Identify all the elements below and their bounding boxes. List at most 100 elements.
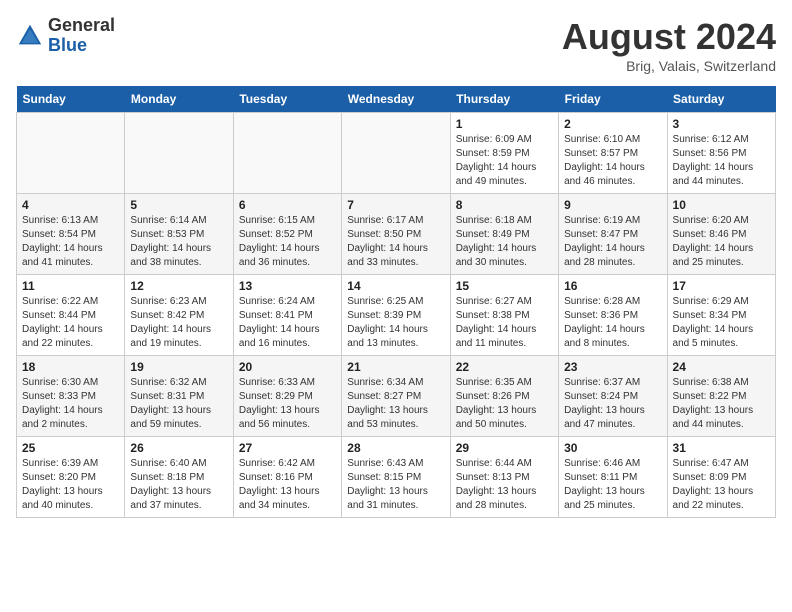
- day-info: Sunrise: 6:13 AMSunset: 8:54 PMDaylight:…: [22, 214, 119, 270]
- day-cell: 2 Sunrise: 6:10 AMSunset: 8:57 PMDaylight…: [559, 113, 667, 194]
- day-cell: 30 Sunrise: 6:46 AMSunset: 8:11 PMDayligh…: [559, 437, 667, 518]
- header-saturday: Saturday: [667, 86, 775, 113]
- day-info: Sunrise: 6:25 AMSunset: 8:39 PMDaylight:…: [347, 295, 444, 351]
- day-cell: 23 Sunrise: 6:37 AMSunset: 8:24 PMDayligh…: [559, 356, 667, 437]
- day-cell: 12 Sunrise: 6:23 AMSunset: 8:42 PMDayligh…: [125, 275, 233, 356]
- day-cell: 9Sunrise: 6:19 AMSunset: 8:47 PMDaylight…: [559, 194, 667, 275]
- day-number: 3: [673, 117, 770, 131]
- page-header: General Blue August 2024 Brig, Valais, S…: [16, 16, 776, 74]
- day-info: Sunrise: 6:24 AMSunset: 8:41 PMDaylight:…: [239, 295, 336, 351]
- logo-general: General: [48, 16, 115, 36]
- day-cell: 20 Sunrise: 6:33 AMSunset: 8:29 PMDayligh…: [233, 356, 341, 437]
- day-cell: 3 Sunrise: 6:12 AMSunset: 8:56 PMDaylight…: [667, 113, 775, 194]
- day-number: 18: [22, 360, 119, 374]
- week-row-2: 4 Sunrise: 6:13 AMSunset: 8:54 PMDaylight…: [17, 194, 776, 275]
- day-number: 16: [564, 279, 661, 293]
- day-number: 10: [673, 198, 770, 212]
- logo-blue: Blue: [48, 36, 115, 56]
- day-number: 7: [347, 198, 444, 212]
- header-wednesday: Wednesday: [342, 86, 450, 113]
- day-number: 2: [564, 117, 661, 131]
- day-number: 8: [456, 198, 553, 212]
- week-row-3: 11 Sunrise: 6:22 AMSunset: 8:44 PMDayligh…: [17, 275, 776, 356]
- header-monday: Monday: [125, 86, 233, 113]
- day-info: Sunrise: 6:42 AMSunset: 8:16 PMDaylight:…: [239, 457, 336, 513]
- day-cell: 14 Sunrise: 6:25 AMSunset: 8:39 PMDayligh…: [342, 275, 450, 356]
- day-cell: [17, 113, 125, 194]
- day-info: Sunrise: 6:17 AMSunset: 8:50 PMDaylight:…: [347, 214, 444, 270]
- day-number: 24: [673, 360, 770, 374]
- day-number: 30: [564, 441, 661, 455]
- day-info: Sunrise: 6:34 AMSunset: 8:27 PMDaylight:…: [347, 376, 444, 432]
- day-info: Sunrise: 6:09 AMSunset: 8:59 PMDaylight:…: [456, 133, 553, 189]
- day-cell: 13 Sunrise: 6:24 AMSunset: 8:41 PMDayligh…: [233, 275, 341, 356]
- calendar-header-row: SundayMondayTuesdayWednesdayThursdayFrid…: [17, 86, 776, 113]
- day-cell: 21 Sunrise: 6:34 AMSunset: 8:27 PMDayligh…: [342, 356, 450, 437]
- day-cell: 31 Sunrise: 6:47 AMSunset: 8:09 PMDayligh…: [667, 437, 775, 518]
- day-info: Sunrise: 6:38 AMSunset: 8:22 PMDaylight:…: [673, 376, 770, 432]
- day-cell: 28Sunrise: 6:43 AMSunset: 8:15 PMDayligh…: [342, 437, 450, 518]
- day-info: Sunrise: 6:22 AMSunset: 8:44 PMDaylight:…: [22, 295, 119, 351]
- day-cell: 24 Sunrise: 6:38 AMSunset: 8:22 PMDayligh…: [667, 356, 775, 437]
- day-info: Sunrise: 6:12 AMSunset: 8:56 PMDaylight:…: [673, 133, 770, 189]
- title-block: August 2024 Brig, Valais, Switzerland: [562, 16, 776, 74]
- day-cell: 29Sunrise: 6:44 AMSunset: 8:13 PMDayligh…: [450, 437, 558, 518]
- day-cell: 26 Sunrise: 6:40 AMSunset: 8:18 PMDayligh…: [125, 437, 233, 518]
- day-info: Sunrise: 6:47 AMSunset: 8:09 PMDaylight:…: [673, 457, 770, 513]
- day-number: 21: [347, 360, 444, 374]
- day-number: 14: [347, 279, 444, 293]
- header-sunday: Sunday: [17, 86, 125, 113]
- day-cell: 15 Sunrise: 6:27 AMSunset: 8:38 PMDayligh…: [450, 275, 558, 356]
- day-number: 23: [564, 360, 661, 374]
- day-info: Sunrise: 6:32 AMSunset: 8:31 PMDaylight:…: [130, 376, 227, 432]
- month-title: August 2024: [562, 16, 776, 58]
- week-row-1: 1Sunrise: 6:09 AMSunset: 8:59 PMDaylight…: [17, 113, 776, 194]
- day-number: 22: [456, 360, 553, 374]
- day-number: 29: [456, 441, 553, 455]
- day-cell: [125, 113, 233, 194]
- day-info: Sunrise: 6:23 AMSunset: 8:42 PMDaylight:…: [130, 295, 227, 351]
- day-cell: 1Sunrise: 6:09 AMSunset: 8:59 PMDaylight…: [450, 113, 558, 194]
- week-row-4: 18 Sunrise: 6:30 AMSunset: 8:33 PMDayligh…: [17, 356, 776, 437]
- header-friday: Friday: [559, 86, 667, 113]
- day-number: 28: [347, 441, 444, 455]
- day-cell: 4 Sunrise: 6:13 AMSunset: 8:54 PMDaylight…: [17, 194, 125, 275]
- day-cell: 10 Sunrise: 6:20 AMSunset: 8:46 PMDayligh…: [667, 194, 775, 275]
- day-number: 31: [673, 441, 770, 455]
- day-cell: 25Sunrise: 6:39 AMSunset: 8:20 PMDayligh…: [17, 437, 125, 518]
- day-info: Sunrise: 6:40 AMSunset: 8:18 PMDaylight:…: [130, 457, 227, 513]
- location-subtitle: Brig, Valais, Switzerland: [562, 58, 776, 74]
- day-cell: 8 Sunrise: 6:18 AMSunset: 8:49 PMDaylight…: [450, 194, 558, 275]
- day-cell: 22 Sunrise: 6:35 AMSunset: 8:26 PMDayligh…: [450, 356, 558, 437]
- day-info: Sunrise: 6:18 AMSunset: 8:49 PMDaylight:…: [456, 214, 553, 270]
- day-info: Sunrise: 6:20 AMSunset: 8:46 PMDaylight:…: [673, 214, 770, 270]
- day-info: Sunrise: 6:35 AMSunset: 8:26 PMDaylight:…: [456, 376, 553, 432]
- day-info: Sunrise: 6:14 AMSunset: 8:53 PMDaylight:…: [130, 214, 227, 270]
- day-number: 9: [564, 198, 661, 212]
- day-cell: 19 Sunrise: 6:32 AMSunset: 8:31 PMDayligh…: [125, 356, 233, 437]
- day-number: 26: [130, 441, 227, 455]
- day-cell: 16Sunrise: 6:28 AMSunset: 8:36 PMDayligh…: [559, 275, 667, 356]
- day-number: 13: [239, 279, 336, 293]
- day-number: 19: [130, 360, 227, 374]
- day-number: 11: [22, 279, 119, 293]
- day-number: 17: [673, 279, 770, 293]
- day-cell: 5Sunrise: 6:14 AMSunset: 8:53 PMDaylight…: [125, 194, 233, 275]
- day-cell: 11 Sunrise: 6:22 AMSunset: 8:44 PMDayligh…: [17, 275, 125, 356]
- day-number: 27: [239, 441, 336, 455]
- day-info: Sunrise: 6:33 AMSunset: 8:29 PMDaylight:…: [239, 376, 336, 432]
- day-number: 15: [456, 279, 553, 293]
- logo-icon: [16, 22, 44, 50]
- day-number: 25: [22, 441, 119, 455]
- day-info: Sunrise: 6:30 AMSunset: 8:33 PMDaylight:…: [22, 376, 119, 432]
- day-number: 6: [239, 198, 336, 212]
- day-info: Sunrise: 6:27 AMSunset: 8:38 PMDaylight:…: [456, 295, 553, 351]
- day-info: Sunrise: 6:37 AMSunset: 8:24 PMDaylight:…: [564, 376, 661, 432]
- day-number: 20: [239, 360, 336, 374]
- day-number: 12: [130, 279, 227, 293]
- day-cell: 7 Sunrise: 6:17 AMSunset: 8:50 PMDaylight…: [342, 194, 450, 275]
- day-info: Sunrise: 6:46 AMSunset: 8:11 PMDaylight:…: [564, 457, 661, 513]
- day-number: 4: [22, 198, 119, 212]
- day-info: Sunrise: 6:10 AMSunset: 8:57 PMDaylight:…: [564, 133, 661, 189]
- day-info: Sunrise: 6:15 AMSunset: 8:52 PMDaylight:…: [239, 214, 336, 270]
